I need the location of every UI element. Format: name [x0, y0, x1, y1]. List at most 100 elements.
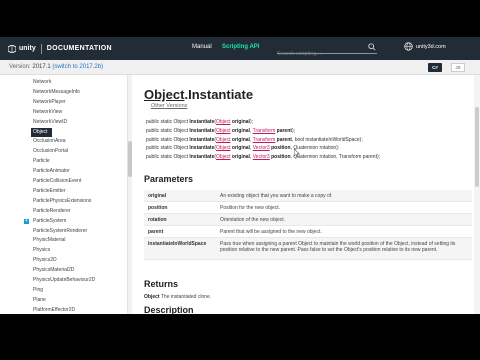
page-title: Object.Instantiate: [144, 87, 253, 102]
sig-prefix: public static Object: [146, 154, 190, 161]
sidebar-nav: Network NetworkMessageInfo NetworkPlayer Ne…: [0, 75, 128, 314]
param-description: Pass true when assigning a parent Object…: [220, 241, 456, 254]
param-name: parent: [148, 229, 164, 235]
sig-method-name: Instantiate: [189, 127, 215, 134]
sig-type-link[interactable]: Object: [216, 119, 230, 125]
table-row: parent Parent that will be assigned to th…: [144, 226, 472, 238]
sig-arg: original: [230, 145, 250, 152]
sig-method-name: Instantiate: [189, 145, 215, 152]
version-label: Version:: [9, 64, 31, 70]
sig-type-link[interactable]: Vector3: [253, 154, 270, 160]
sig-separator: );: [249, 119, 254, 125]
sig-method-name: Instantiate: [189, 119, 215, 125]
sig-method-name: Instantiate: [189, 154, 215, 161]
param-name: instantiateInWorldSpace: [148, 241, 207, 247]
sig-method-name: Instantiate: [189, 136, 215, 143]
sig-arg: position: [269, 145, 291, 152]
title-class-link[interactable]: Object: [144, 87, 184, 102]
method-signature: public static Object Instantiate(Object …: [146, 128, 295, 134]
video-frame: unity DOCUMENTATION Manual Scripting API…: [0, 0, 480, 360]
sidebar-item[interactable]: PlatformEffector2D: [33, 306, 75, 314]
sidebar-item[interactable]: Physics2D: [33, 256, 57, 265]
sidebar-item[interactable]: ParticleAnimator: [33, 167, 70, 176]
page-scroll-thumb[interactable]: [475, 107, 479, 187]
param-name: position: [148, 205, 168, 211]
version-number: 2017.1: [32, 64, 51, 70]
sidebar-item[interactable]: Object: [31, 127, 52, 137]
unity-logo[interactable]: unity DOCUMENTATION: [8, 43, 112, 54]
param-name: original: [148, 193, 167, 199]
sig-prefix: public static Object: [146, 145, 190, 152]
sidebar-item[interactable]: Network: [33, 78, 51, 87]
sidebar-item[interactable]: NetworkViewID: [33, 118, 67, 127]
sig-type-link[interactable]: Object: [216, 145, 230, 151]
section-name: DOCUMENTATION: [46, 45, 112, 52]
sig-suffix: );: [291, 127, 295, 134]
sig-arg: position: [269, 154, 291, 161]
version-info: Version: 2017.1 (switch to 2017.2b): [9, 64, 103, 70]
sig-arg: original: [230, 154, 250, 161]
browser-page: unity DOCUMENTATION Manual Scripting API…: [0, 37, 480, 314]
sig-type-link[interactable]: Object: [216, 154, 230, 160]
sidebar-item[interactable]: PhysicMaterial: [33, 236, 66, 245]
table-row: instantiateInWorldSpace Pass true when as…: [144, 238, 472, 260]
sidebar-item[interactable]: Particle: [33, 157, 50, 166]
table-row: position Position for the new object.: [144, 202, 472, 214]
sig-arg: parent: [275, 127, 292, 134]
sidebar-item[interactable]: ParticleCollisionEvent: [33, 177, 81, 186]
sidebar-item[interactable]: ParticleSystem: [33, 217, 66, 226]
method-signature: public static Object Instantiate(Object …: [146, 119, 253, 125]
sidebar-item[interactable]: ParticleEmitter: [33, 187, 66, 196]
mouse-cursor-icon: [294, 149, 300, 157]
sig-prefix: public static Object: [146, 119, 190, 125]
returns-type: Object: [144, 294, 160, 300]
other-versions-link[interactable]: Other Versions: [151, 103, 187, 109]
brand-name: unity: [19, 45, 36, 52]
parameters-heading: Parameters: [144, 174, 194, 184]
sig-type-link[interactable]: Object: [216, 137, 230, 143]
table-row: rotation Orientation of the new object.: [144, 214, 472, 226]
table-row: original An existing object that you want…: [144, 190, 472, 202]
switch-version-link[interactable]: (switch to 2017.2b): [52, 64, 103, 70]
sidebar-item[interactable]: NetworkMessageInfo: [33, 88, 80, 97]
returns-heading: Returns: [144, 279, 179, 289]
sidebar-item[interactable]: Ping: [33, 286, 43, 295]
sidebar-item[interactable]: Physics: [33, 246, 50, 255]
sig-suffix: , Quaternion rotation, Transform parent)…: [290, 154, 381, 161]
sig-prefix: public static Object: [146, 127, 190, 134]
sig-type-link[interactable]: Object: [216, 128, 230, 134]
method-signature: public static Object Instantiate(Object …: [146, 137, 363, 143]
unity-cube-icon: [8, 44, 16, 53]
sidebar-item[interactable]: PhysicsMaterial2D: [33, 266, 74, 275]
expand-plus-icon[interactable]: +: [24, 218, 29, 224]
title-method: .Instantiate: [184, 87, 254, 102]
param-description: An existing object that you want to make…: [220, 193, 333, 199]
header-divider: [40, 43, 42, 54]
method-signature: public static Object Instantiate(Object …: [146, 154, 380, 160]
sidebar-item[interactable]: ParticlePhysicsExtensions: [33, 197, 91, 206]
method-signature: public static Object Instantiate(Object …: [146, 145, 339, 151]
param-name: rotation: [148, 217, 167, 223]
sidebar-item[interactable]: OcclusionPortal: [33, 147, 68, 156]
sig-type-link[interactable]: Transform: [253, 128, 276, 134]
sig-type-link[interactable]: Vector3: [253, 145, 270, 151]
returns-text: Object The instantiated clone.: [144, 294, 211, 300]
param-description: Orientation of the new object.: [220, 217, 286, 223]
sig-arg: parent: [275, 136, 292, 143]
sig-prefix: public static Object: [146, 136, 190, 143]
sidebar-item[interactable]: OcclusionArea: [33, 137, 66, 146]
description-heading: Description: [144, 305, 194, 314]
sig-arg: original: [230, 136, 250, 143]
sidebar-item[interactable]: Plane: [33, 296, 46, 305]
sidebar-item[interactable]: ParticleSystemRenderer: [33, 227, 87, 236]
param-description: Position for the new object.: [220, 205, 281, 211]
sidebar-item[interactable]: ParticleRenderer: [33, 207, 71, 216]
sig-arg: original: [230, 127, 250, 134]
sidebar-item[interactable]: PhysicsUpdateBehaviour2D: [33, 276, 95, 285]
main-content: Object.Instantiate Other Versions public…: [132, 37, 480, 314]
sidebar-item[interactable]: NetworkPlayer: [33, 98, 66, 107]
param-description: Parent that will be assigned to the new …: [220, 229, 322, 235]
sidebar-item[interactable]: NetworkView: [33, 108, 62, 117]
sig-type-link[interactable]: Transform: [253, 137, 276, 143]
returns-desc: The instantiated clone.: [159, 294, 212, 300]
